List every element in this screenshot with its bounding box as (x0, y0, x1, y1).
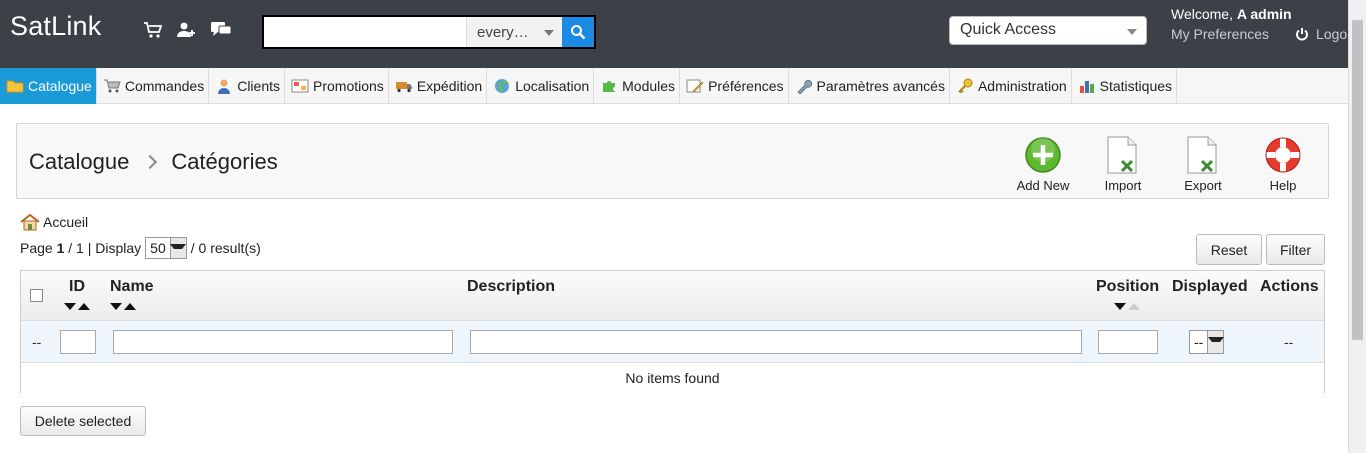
quick-icons (142, 20, 232, 40)
chevron-right-icon (143, 154, 158, 170)
cart-icon (103, 77, 121, 95)
sort-asc-icon[interactable] (78, 303, 90, 310)
current-page: 1 (56, 240, 65, 256)
search-box: every… (262, 15, 596, 49)
search-icon (571, 25, 586, 40)
tab-catalogue[interactable]: Catalogue (0, 68, 97, 104)
column-header-displayed: Displayed (1172, 278, 1248, 295)
power-icon (1296, 28, 1308, 41)
tab-clients[interactable]: Clients (209, 68, 285, 104)
puzzle-icon (600, 77, 618, 95)
column-header-position: Position (1096, 278, 1160, 295)
per-page-select[interactable]: 50 (145, 237, 187, 259)
messages-icon[interactable] (210, 20, 232, 40)
search-scope-select[interactable]: every… (466, 17, 562, 47)
sort-desc-icon[interactable] (1114, 303, 1126, 310)
lifebuoy-icon (1264, 134, 1302, 174)
tab-statistiques[interactable]: Statistiques (1072, 68, 1178, 104)
search-button[interactable] (562, 17, 594, 47)
empty-message: No items found (21, 363, 1324, 393)
search-scope-label: every… (477, 23, 529, 41)
displayed-filter-select[interactable]: -- (1189, 330, 1225, 354)
filter-row: -- -- -- (21, 321, 1324, 363)
user-name: A admin (1236, 6, 1292, 22)
home-link[interactable]: Accueil (20, 213, 88, 231)
page-title: Catégories (171, 149, 278, 174)
sort-desc-icon[interactable] (64, 303, 76, 310)
pagination: Page 1 / 1 | Display 50 / 0 result(s) (20, 237, 261, 259)
user-links: My Preferences Logo (1171, 26, 1347, 42)
sort-asc-icon[interactable] (124, 303, 136, 310)
column-header-name: Name (110, 278, 154, 295)
tab-commandes[interactable]: Commandes (97, 68, 210, 104)
folder-icon (6, 77, 24, 95)
sort-desc-icon[interactable] (110, 303, 122, 310)
tab-promotions[interactable]: Promotions (285, 68, 389, 104)
breadcrumb-parent[interactable]: Catalogue (29, 149, 129, 175)
key-icon (956, 77, 974, 95)
filter-button[interactable]: Filter (1266, 234, 1325, 265)
stats-icon (1078, 77, 1096, 95)
sort-asc-icon[interactable] (1128, 303, 1140, 310)
toolbar: Add New Import Export Help (1008, 134, 1318, 193)
tab-expedition[interactable]: Expédition (389, 68, 488, 104)
top-header: SatLink every… Quick Access Welcome, A a… (0, 0, 1348, 68)
column-header-actions: Actions (1260, 278, 1319, 295)
description-filter-input[interactable] (470, 330, 1082, 354)
quick-access-label: Quick Access (960, 21, 1057, 38)
my-preferences-link[interactable]: My Preferences (1171, 26, 1269, 42)
import-button[interactable]: Import (1088, 134, 1158, 193)
name-filter-input[interactable] (113, 330, 453, 354)
orders-cart-icon[interactable] (142, 20, 164, 40)
chevron-down-icon (169, 238, 187, 258)
tab-modules[interactable]: Modules (594, 68, 681, 104)
main-nav: Catalogue Commandes Clients Promotions E… (0, 68, 1348, 104)
logout-link[interactable]: Logo (1295, 26, 1347, 42)
id-filter-input[interactable] (60, 330, 96, 354)
welcome-text: Welcome, A admin (1171, 6, 1292, 22)
import-excel-icon (1105, 134, 1141, 174)
vertical-scrollbar[interactable] (1348, 0, 1366, 453)
search-input[interactable] (264, 17, 466, 47)
table-header: ID Name Description Position Displayed A… (21, 271, 1324, 321)
export-button[interactable]: Export (1168, 134, 1238, 193)
tab-localisation[interactable]: Localisation (487, 68, 595, 104)
customers-icon[interactable] (176, 20, 198, 40)
breadcrumb: Catalogue Catégories (29, 149, 278, 175)
preferences-icon (686, 77, 704, 95)
quick-access-select[interactable]: Quick Access (949, 16, 1147, 45)
truck-icon (395, 77, 413, 95)
tab-preferences[interactable]: Préférences (680, 68, 789, 104)
id-sort (64, 303, 90, 310)
chevron-down-icon (1127, 29, 1137, 35)
position-filter-input[interactable] (1098, 330, 1158, 354)
column-header-description: Description (467, 278, 556, 295)
categories-table: ID Name Description Position Displayed A… (20, 270, 1325, 393)
add-icon (1024, 134, 1062, 174)
tab-administration[interactable]: Administration (950, 68, 1072, 104)
scrollbar-thumb[interactable] (1352, 20, 1363, 340)
export-excel-icon (1185, 134, 1221, 174)
name-sort (110, 303, 136, 310)
wrench-icon (795, 77, 813, 95)
chevron-down-icon (544, 30, 554, 36)
help-button[interactable]: Help (1248, 134, 1318, 193)
promo-icon (291, 77, 309, 95)
chevron-down-icon (1207, 331, 1224, 353)
actions-placeholder: -- (1284, 334, 1294, 350)
delete-selected-button[interactable]: Delete selected (20, 406, 146, 436)
home-icon (20, 213, 40, 231)
select-all-checkbox[interactable] (30, 289, 43, 302)
tab-parametres-avances[interactable]: Paramètres avancés (789, 68, 950, 104)
globe-icon (493, 77, 511, 95)
filter-placeholder: -- (32, 334, 42, 350)
column-header-id: ID (69, 278, 85, 295)
brand-logo[interactable]: SatLink (10, 11, 101, 42)
user-icon (215, 77, 233, 95)
add-new-button[interactable]: Add New (1008, 134, 1078, 193)
page-header: Catalogue Catégories Add New Import Expo… (16, 123, 1329, 199)
reset-button[interactable]: Reset (1196, 234, 1262, 265)
position-sort (1114, 303, 1140, 310)
